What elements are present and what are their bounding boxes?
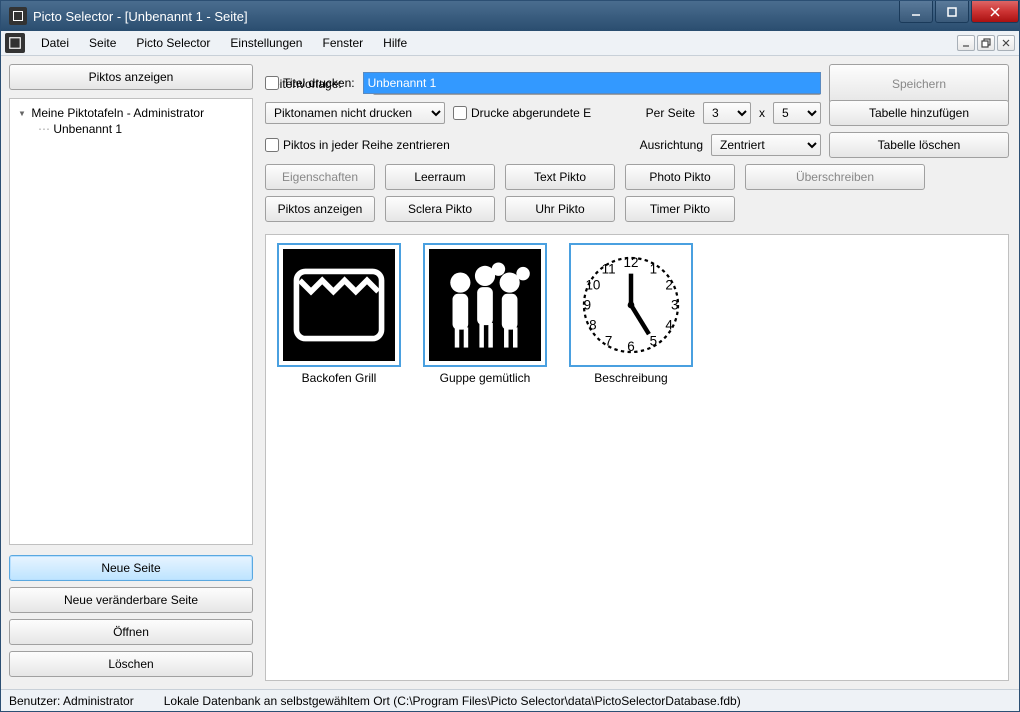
timer-pikto-button[interactable]: Timer Pikto (625, 196, 735, 222)
show-piktos-button[interactable]: Piktos anzeigen (9, 64, 253, 90)
menu-seite[interactable]: Seite (81, 34, 124, 52)
tabelle-loeschen-button[interactable]: Tabelle löschen (829, 132, 1009, 158)
zentrieren-checkbox[interactable] (265, 138, 279, 152)
abgerundet-label: Drucke abgerundete E (471, 106, 591, 120)
app-icon (9, 7, 27, 25)
app-icon-small (5, 33, 25, 53)
oven-grill-icon (283, 249, 395, 361)
picto-item[interactable]: Guppe gemütlich (420, 243, 550, 385)
window-title: Picto Selector - [Unbenannt 1 - Seite] (33, 9, 897, 24)
tabelle-hinzufuegen-button[interactable]: Tabelle hinzufügen (829, 100, 1009, 126)
uhr-pikto-button[interactable]: Uhr Pikto (505, 196, 615, 222)
ausrichtung-label: Ausrichtung (640, 138, 703, 152)
svg-text:1: 1 (650, 262, 657, 277)
svg-text:6: 6 (627, 339, 634, 354)
group-people-icon (429, 249, 541, 361)
titlebar: Picto Selector - [Unbenannt 1 - Seite] (1, 1, 1019, 31)
mdi-minimize-button[interactable] (957, 35, 975, 51)
svg-text:9: 9 (584, 297, 591, 312)
svg-text:2: 2 (665, 277, 672, 292)
menu-einstellungen[interactable]: Einstellungen (222, 34, 310, 52)
picto-caption: Backofen Grill (302, 371, 377, 385)
oeffnen-button[interactable]: Öffnen (9, 619, 253, 645)
titel-input[interactable] (363, 72, 821, 94)
photo-pikto-button[interactable]: Photo Pikto (625, 164, 735, 190)
tree-item[interactable]: ⋯ Unbenannt 1 (14, 121, 248, 137)
eigenschaften-button[interactable]: Eigenschaften (265, 164, 375, 190)
minimize-button[interactable] (899, 1, 933, 23)
mdi-restore-button[interactable] (977, 35, 995, 51)
zentrieren-label: Piktos in jeder Reihe zentrieren (283, 138, 450, 152)
picto-frame (423, 243, 547, 367)
menu-hilfe[interactable]: Hilfe (375, 34, 415, 52)
picto-item[interactable]: Backofen Grill (274, 243, 404, 385)
tree-root-label: Meine Piktotafeln - Administrator (31, 106, 204, 120)
tree-view[interactable]: ▾ Meine Piktotafeln - Administrator ⋯ Un… (9, 98, 253, 545)
menubar: Datei Seite Picto Selector Einstellungen… (1, 31, 1019, 56)
leerraum-button[interactable]: Leerraum (385, 164, 495, 190)
svg-text:3: 3 (671, 297, 678, 312)
text-pikto-button[interactable]: Text Pikto (505, 164, 615, 190)
sclera-pikto-button[interactable]: Sclera Pikto (385, 196, 495, 222)
titel-drucken-label: Titel drucken: (283, 76, 355, 90)
svg-text:10: 10 (585, 277, 600, 292)
maximize-button[interactable] (935, 1, 969, 23)
svg-text:5: 5 (650, 333, 657, 348)
picto-item[interactable]: 1212 345 678 91011 Beschreibung (566, 243, 696, 385)
status-db: Lokale Datenbank an selbstgewähltem Ort … (164, 694, 741, 708)
picto-caption: Beschreibung (594, 371, 667, 385)
ausrichtung-combo[interactable]: Zentriert (711, 134, 821, 156)
svg-text:11: 11 (602, 262, 616, 277)
status-bar: Benutzer: Administrator Lokale Datenbank… (1, 689, 1019, 711)
per-seite-width-combo[interactable]: 3 (703, 102, 751, 124)
picto-canvas[interactable]: Backofen Grill (265, 234, 1009, 681)
picto-frame (277, 243, 401, 367)
neue-veraenderbare-seite-button[interactable]: Neue veränderbare Seite (9, 587, 253, 613)
sidebar: Piktos anzeigen ▾ Meine Piktotafeln - Ad… (1, 56, 261, 689)
tree-item-label: Unbenannt 1 (53, 122, 122, 136)
piktonamen-combo[interactable]: Piktonamen nicht drucken (265, 102, 445, 124)
svg-text:8: 8 (589, 318, 596, 333)
clock-icon: 1212 345 678 91011 (575, 249, 687, 361)
menu-picto-selector[interactable]: Picto Selector (128, 34, 218, 52)
x-label: x (759, 106, 765, 120)
piktos-anzeigen-button[interactable]: Piktos anzeigen (265, 196, 375, 222)
client-area: Piktos anzeigen ▾ Meine Piktotafeln - Ad… (1, 56, 1019, 711)
abgerundet-checkbox[interactable] (453, 106, 467, 120)
tree-root[interactable]: ▾ Meine Piktotafeln - Administrator (14, 105, 248, 121)
titel-drucken-checkbox[interactable] (265, 76, 279, 90)
menu-datei[interactable]: Datei (33, 34, 77, 52)
picto-caption: Guppe gemütlich (440, 371, 531, 385)
svg-text:4: 4 (665, 318, 673, 333)
main-content: Seitenvorlage: Standard Pikto Selector (… (261, 56, 1019, 689)
loeschen-button[interactable]: Löschen (9, 651, 253, 677)
picto-frame: 1212 345 678 91011 (569, 243, 693, 367)
main-window: Picto Selector - [Unbenannt 1 - Seite] D… (0, 0, 1020, 712)
status-user: Benutzer: Administrator (9, 694, 134, 708)
tree-collapse-icon[interactable]: ▾ (16, 106, 28, 120)
svg-text:7: 7 (605, 333, 612, 348)
per-seite-label: Per Seite (646, 106, 695, 120)
close-button[interactable] (971, 1, 1019, 23)
svg-text:12: 12 (624, 255, 639, 270)
neue-seite-button[interactable]: Neue Seite (9, 555, 253, 581)
mdi-close-button[interactable] (997, 35, 1015, 51)
per-seite-height-combo[interactable]: 5 (773, 102, 821, 124)
ueberschreiben-button[interactable]: Überschreiben (745, 164, 925, 190)
menu-fenster[interactable]: Fenster (314, 34, 371, 52)
